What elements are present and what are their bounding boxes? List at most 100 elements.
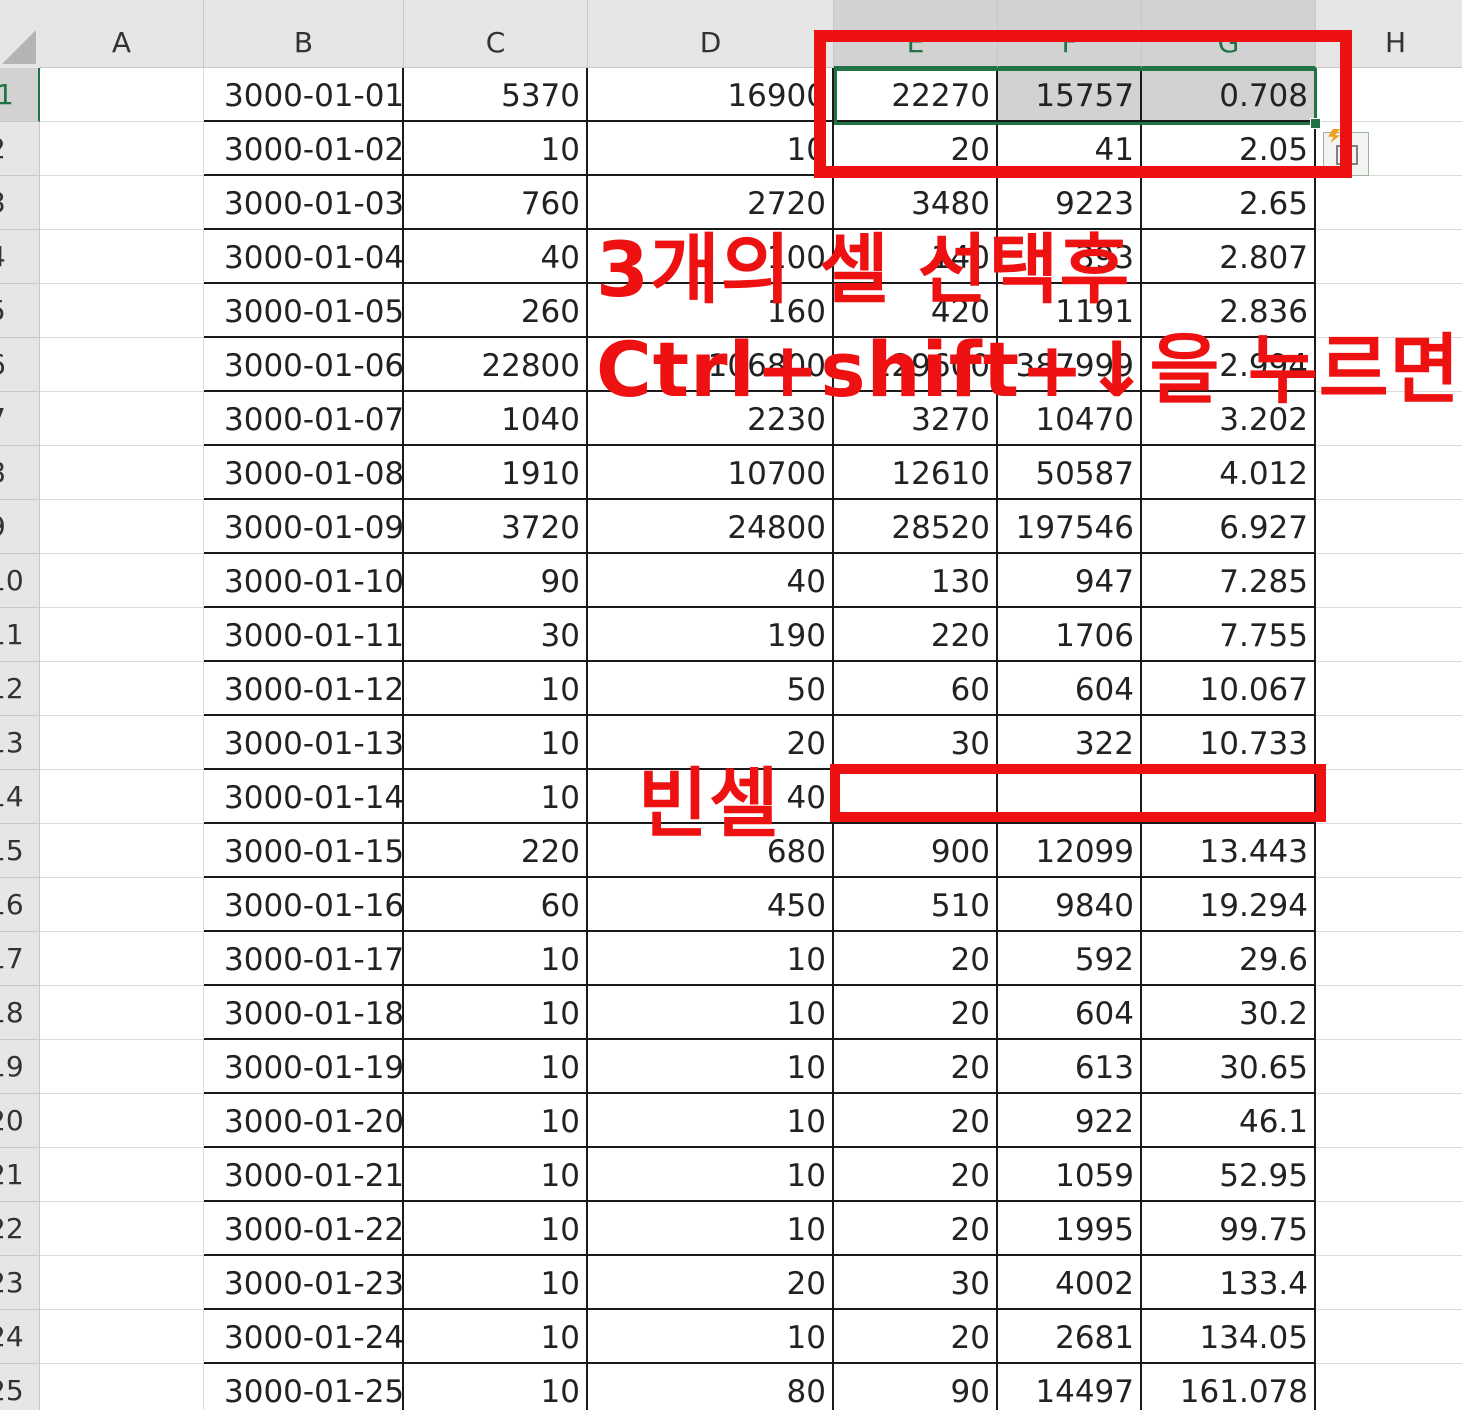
cell-a14[interactable]	[40, 770, 204, 824]
cell-h21[interactable]	[1316, 1148, 1462, 1202]
cell-h16[interactable]	[1316, 878, 1462, 932]
row-header-24[interactable]: 24	[0, 1310, 40, 1364]
cell-d18[interactable]: 10	[588, 986, 834, 1040]
row-header-15[interactable]: 15	[0, 824, 40, 878]
cell-e22[interactable]: 20	[834, 1202, 998, 1256]
cell-a20[interactable]	[40, 1094, 204, 1148]
cell-b2[interactable]: 3000-01-02	[204, 122, 404, 176]
cell-b16[interactable]: 3000-01-16	[204, 878, 404, 932]
row-header-11[interactable]: 11	[0, 608, 40, 662]
cell-d2[interactable]: 10	[588, 122, 834, 176]
cell-h11[interactable]	[1316, 608, 1462, 662]
cell-c13[interactable]: 10	[404, 716, 588, 770]
cell-e18[interactable]: 20	[834, 986, 998, 1040]
cell-d20[interactable]: 10	[588, 1094, 834, 1148]
row-header-22[interactable]: 22	[0, 1202, 40, 1256]
row-header-25[interactable]: 25	[0, 1364, 40, 1410]
cell-c5[interactable]: 260	[404, 284, 588, 338]
cell-b9[interactable]: 3000-01-09	[204, 500, 404, 554]
cell-f8[interactable]: 50587	[998, 446, 1142, 500]
cell-a10[interactable]	[40, 554, 204, 608]
cell-b23[interactable]: 3000-01-23	[204, 1256, 404, 1310]
cell-h3[interactable]	[1316, 176, 1462, 230]
cell-g11[interactable]: 7.755	[1142, 608, 1316, 662]
cell-c25[interactable]: 10	[404, 1364, 588, 1410]
select-all-corner[interactable]	[0, 0, 41, 69]
cell-c19[interactable]: 10	[404, 1040, 588, 1094]
cell-e10[interactable]: 130	[834, 554, 998, 608]
cell-c1[interactable]: 5370	[404, 68, 588, 122]
cell-a6[interactable]	[40, 338, 204, 392]
column-header-c[interactable]: C	[404, 0, 588, 68]
cell-d12[interactable]: 50	[588, 662, 834, 716]
cell-e24[interactable]: 20	[834, 1310, 998, 1364]
cell-b6[interactable]: 3000-01-06	[204, 338, 404, 392]
cell-g10[interactable]: 7.285	[1142, 554, 1316, 608]
cell-f13[interactable]: 322	[998, 716, 1142, 770]
cell-a18[interactable]	[40, 986, 204, 1040]
cell-f18[interactable]: 604	[998, 986, 1142, 1040]
cell-h24[interactable]	[1316, 1310, 1462, 1364]
cell-g24[interactable]: 134.05	[1142, 1310, 1316, 1364]
row-header-12[interactable]: 12	[0, 662, 40, 716]
row-header-21[interactable]: 21	[0, 1148, 40, 1202]
cell-a7[interactable]	[40, 392, 204, 446]
cell-g12[interactable]: 10.067	[1142, 662, 1316, 716]
row-header-6[interactable]: 6	[0, 338, 40, 392]
cell-d16[interactable]: 450	[588, 878, 834, 932]
cell-g14[interactable]	[1142, 770, 1316, 824]
cell-f22[interactable]: 1995	[998, 1202, 1142, 1256]
cell-b11[interactable]: 3000-01-11	[204, 608, 404, 662]
cell-a12[interactable]	[40, 662, 204, 716]
cell-e8[interactable]: 12610	[834, 446, 998, 500]
cell-e19[interactable]: 20	[834, 1040, 998, 1094]
cell-f15[interactable]: 12099	[998, 824, 1142, 878]
cell-b15[interactable]: 3000-01-15	[204, 824, 404, 878]
cell-c2[interactable]: 10	[404, 122, 588, 176]
cell-a22[interactable]	[40, 1202, 204, 1256]
cell-b3[interactable]: 3000-01-03	[204, 176, 404, 230]
column-header-a[interactable]: A	[40, 0, 204, 68]
cell-b20[interactable]: 3000-01-20	[204, 1094, 404, 1148]
cell-c8[interactable]: 1910	[404, 446, 588, 500]
cell-g13[interactable]: 10.733	[1142, 716, 1316, 770]
column-header-d[interactable]: D	[588, 0, 834, 68]
cell-e2[interactable]: 20	[834, 122, 998, 176]
cell-a13[interactable]	[40, 716, 204, 770]
cell-h17[interactable]	[1316, 932, 1462, 986]
row-header-23[interactable]: 23	[0, 1256, 40, 1310]
cell-e16[interactable]: 510	[834, 878, 998, 932]
cell-c7[interactable]: 1040	[404, 392, 588, 446]
cell-a21[interactable]	[40, 1148, 204, 1202]
cell-h25[interactable]	[1316, 1364, 1462, 1410]
cell-f17[interactable]: 592	[998, 932, 1142, 986]
cell-b22[interactable]: 3000-01-22	[204, 1202, 404, 1256]
cell-c14[interactable]: 10	[404, 770, 588, 824]
cell-c24[interactable]: 10	[404, 1310, 588, 1364]
cell-b10[interactable]: 3000-01-10	[204, 554, 404, 608]
cell-a5[interactable]	[40, 284, 204, 338]
cell-d25[interactable]: 80	[588, 1364, 834, 1410]
cell-a19[interactable]	[40, 1040, 204, 1094]
row-header-20[interactable]: 20	[0, 1094, 40, 1148]
cell-a9[interactable]	[40, 500, 204, 554]
cell-f16[interactable]: 9840	[998, 878, 1142, 932]
cell-d1[interactable]: 16900	[588, 68, 834, 122]
row-header-4[interactable]: 4	[0, 230, 40, 284]
row-header-3[interactable]: 3	[0, 176, 40, 230]
cell-g9[interactable]: 6.927	[1142, 500, 1316, 554]
cell-h22[interactable]	[1316, 1202, 1462, 1256]
cell-h9[interactable]	[1316, 500, 1462, 554]
cell-f23[interactable]: 4002	[998, 1256, 1142, 1310]
row-header-18[interactable]: 18	[0, 986, 40, 1040]
cell-c18[interactable]: 10	[404, 986, 588, 1040]
cell-g21[interactable]: 52.95	[1142, 1148, 1316, 1202]
quick-analysis-button[interactable]	[1323, 129, 1369, 176]
cell-d21[interactable]: 10	[588, 1148, 834, 1202]
cell-d17[interactable]: 10	[588, 932, 834, 986]
cell-e25[interactable]: 90	[834, 1364, 998, 1410]
row-header-1[interactable]: 1	[0, 68, 40, 122]
cell-g19[interactable]: 30.65	[1142, 1040, 1316, 1094]
cell-b12[interactable]: 3000-01-12	[204, 662, 404, 716]
cell-g16[interactable]: 19.294	[1142, 878, 1316, 932]
